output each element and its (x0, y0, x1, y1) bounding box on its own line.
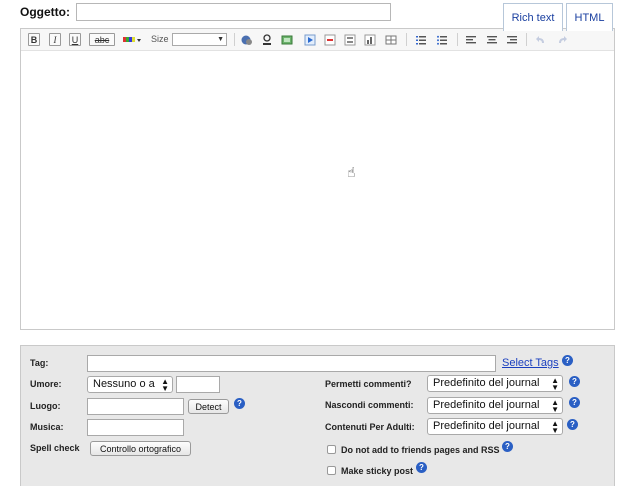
help-icon[interactable]: ? (234, 398, 245, 409)
allow-comments-select[interactable]: Predefinito del journal ▲ ▼ (427, 375, 563, 392)
tab-rich-text[interactable]: Rich text (503, 3, 563, 31)
align-left-icon[interactable] (465, 33, 477, 46)
sticky-post-label: Make sticky post (341, 466, 414, 476)
tag-input[interactable] (87, 355, 496, 372)
select-arrows-icon: ▲ ▼ (551, 398, 559, 414)
rich-text-editor[interactable]: B I U abc Size ▼ ☝ (20, 28, 615, 330)
location-input[interactable] (87, 398, 184, 415)
music-input[interactable] (87, 419, 184, 436)
select-arrows-icon: ▲ ▼ (161, 377, 169, 393)
color-palette-icon (123, 36, 141, 42)
size-label: Size (151, 34, 169, 44)
post-options-panel: Tag: Select Tags ? Umore: Nessuno o a ▲ ▼… (20, 345, 615, 486)
help-icon[interactable]: ? (569, 397, 580, 408)
toolbar-divider (234, 33, 235, 46)
help-icon[interactable]: ? (502, 441, 513, 452)
user-icon[interactable] (261, 33, 273, 46)
adult-content-label: Contenuti Per Adulti: (325, 422, 415, 432)
text-color-button[interactable] (122, 33, 142, 46)
help-icon[interactable]: ? (569, 376, 580, 387)
font-size-select[interactable]: ▼ (172, 33, 227, 46)
poll-icon[interactable] (364, 33, 376, 46)
toolbar-divider (406, 33, 407, 46)
hide-comments-select[interactable]: Predefinito del journal ▲ ▼ (427, 397, 563, 414)
editor-content-area[interactable]: ☝ (21, 51, 614, 329)
toolbar-divider (526, 33, 527, 46)
mood-label: Umore: (30, 379, 62, 389)
italic-button[interactable]: I (49, 33, 61, 46)
spell-check-label: Spell check (30, 443, 80, 453)
redo-icon[interactable] (556, 33, 568, 46)
cut-icon[interactable] (324, 33, 336, 46)
adult-content-select[interactable]: Predefinito del journal ▲ ▼ (427, 418, 563, 435)
editor-toolbar: B I U abc Size ▼ (21, 29, 614, 51)
detect-button[interactable]: Detect (188, 399, 229, 414)
music-label: Musica: (30, 422, 64, 432)
bullet-list-icon[interactable] (436, 33, 448, 46)
mood-select[interactable]: Nessuno o a ▲ ▼ (87, 376, 173, 393)
align-center-icon[interactable] (486, 33, 498, 46)
select-arrows-icon: ▲ ▼ (551, 376, 559, 392)
media-icon[interactable] (304, 33, 316, 46)
undo-icon[interactable] (535, 33, 547, 46)
location-label: Luogo: (30, 401, 61, 411)
table-icon[interactable] (385, 33, 397, 46)
tag-label: Tag: (30, 358, 49, 368)
help-icon[interactable]: ? (567, 419, 578, 430)
hide-comments-label: Nascondi commenti: (325, 400, 414, 410)
mood-custom-input[interactable] (176, 376, 220, 393)
bold-button[interactable]: B (28, 33, 40, 46)
sticky-post-checkbox[interactable] (327, 466, 336, 475)
chevron-down-icon: ▼ (217, 36, 224, 43)
select-arrows-icon: ▲ ▼ (551, 419, 559, 435)
numbered-list-icon[interactable] (415, 33, 427, 46)
subject-input[interactable] (76, 3, 391, 21)
help-icon[interactable]: ? (416, 462, 427, 473)
strikethrough-button[interactable]: abc (89, 33, 115, 46)
link-icon[interactable] (241, 33, 253, 46)
image-icon[interactable] (281, 33, 293, 46)
spell-check-button[interactable]: Controllo ortografico (90, 441, 191, 456)
help-icon[interactable]: ? (562, 355, 573, 366)
underline-button[interactable]: U (69, 33, 81, 46)
allow-comments-label: Permetti commenti? (325, 379, 412, 389)
select-tags-link[interactable]: Select Tags (502, 357, 559, 369)
align-right-icon[interactable] (506, 33, 518, 46)
toolbar-divider (457, 33, 458, 46)
hand-cursor-icon: ☝ (347, 164, 356, 180)
subject-label: Oggetto: (20, 5, 70, 19)
no-friends-label: Do not add to friends pages and RSS (341, 445, 500, 455)
no-friends-checkbox[interactable] (327, 445, 336, 454)
embed-icon[interactable] (344, 33, 356, 46)
tab-html[interactable]: HTML (566, 3, 613, 31)
